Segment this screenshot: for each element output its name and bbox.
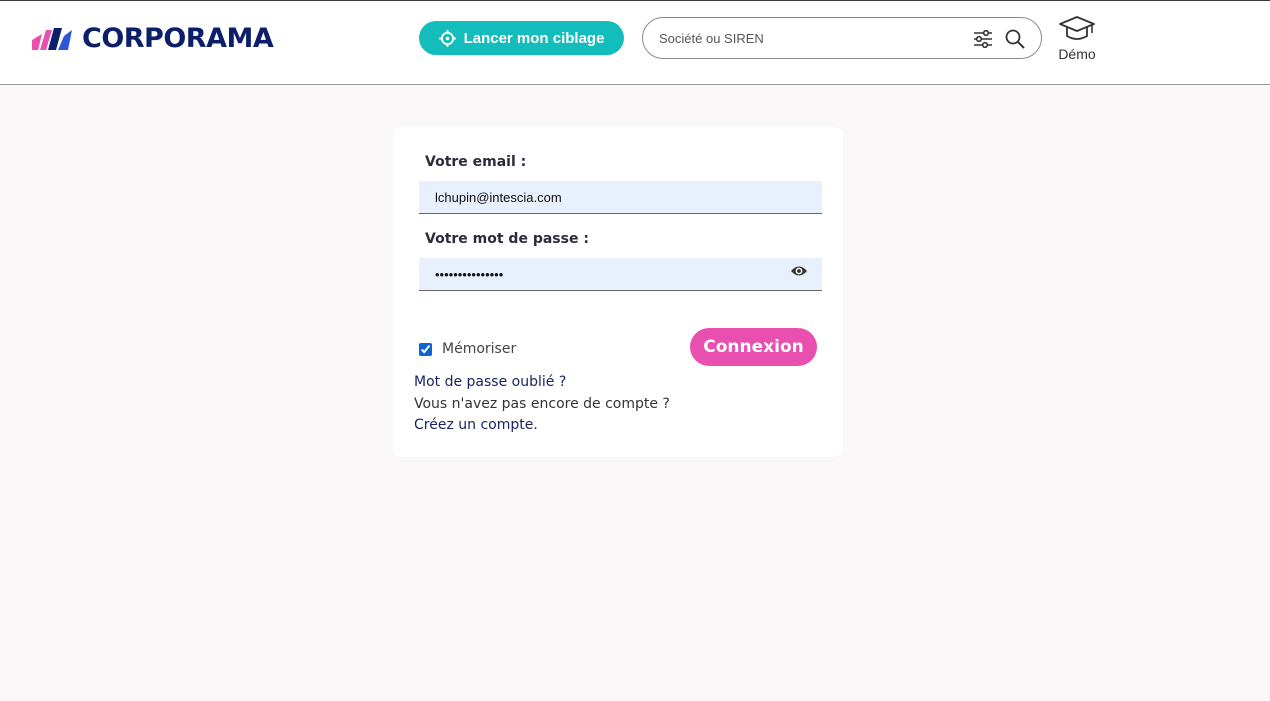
remember-checkbox[interactable] bbox=[419, 342, 432, 356]
filter-icon[interactable] bbox=[973, 30, 993, 48]
create-account-link[interactable]: Créez un compte. bbox=[414, 415, 670, 437]
account-links: Mot de passe oublié ? Vous n'avez pas en… bbox=[414, 372, 670, 437]
email-label: Votre email : bbox=[425, 154, 527, 170]
password-field[interactable] bbox=[435, 264, 775, 284]
email-field-wrapper bbox=[419, 181, 822, 214]
remember-me[interactable]: Mémoriser bbox=[419, 341, 516, 357]
password-label: Votre mot de passe : bbox=[425, 231, 589, 247]
demo-button[interactable]: Démo bbox=[1052, 15, 1102, 62]
email-field[interactable] bbox=[435, 187, 775, 207]
company-search-input[interactable] bbox=[659, 28, 959, 48]
eye-icon[interactable] bbox=[790, 264, 808, 278]
password-field-wrapper bbox=[419, 258, 822, 291]
launch-targeting-button[interactable]: Lancer mon ciblage bbox=[419, 21, 624, 55]
forgot-password-link[interactable]: Mot de passe oublié ? bbox=[414, 372, 670, 394]
corporama-logo[interactable]: CORPORAMA bbox=[32, 22, 274, 54]
target-icon bbox=[438, 29, 456, 47]
graduation-cap-icon bbox=[1059, 16, 1095, 40]
login-button[interactable]: Connexion bbox=[690, 328, 817, 366]
remember-label: Mémoriser bbox=[442, 341, 517, 357]
top-header: CORPORAMA Lancer mon ciblage Société ou … bbox=[0, 0, 1270, 85]
search-icon[interactable] bbox=[1005, 29, 1025, 49]
logo-mark-icon bbox=[32, 28, 72, 50]
brand-name: CORPORAMA bbox=[82, 22, 274, 54]
login-card: Votre email : Votre mot de passe : Mémor… bbox=[393, 127, 843, 457]
demo-label: Démo bbox=[1058, 46, 1096, 62]
launch-targeting-label: Lancer mon ciblage bbox=[463, 29, 605, 47]
no-account-text: Vous n'avez pas encore de compte ? bbox=[414, 395, 670, 412]
company-search-box bbox=[642, 17, 1042, 59]
